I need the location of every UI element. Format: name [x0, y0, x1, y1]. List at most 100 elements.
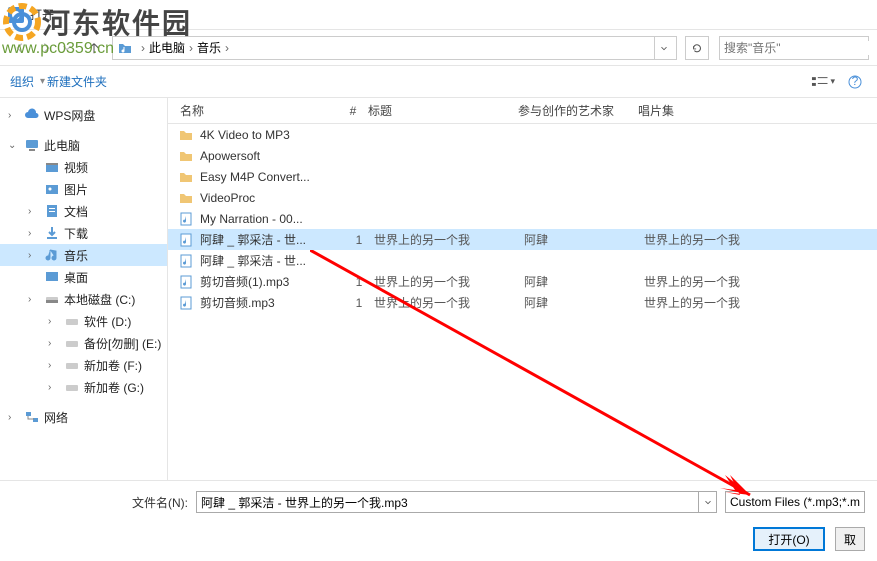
sidebar-item-e[interactable]: › 备份[勿删] (E:)	[0, 332, 167, 354]
col-artist[interactable]: 参与创作的艺术家	[518, 102, 638, 119]
sidebar-item-pc[interactable]: ⌄此电脑	[0, 134, 167, 156]
music-file-icon	[178, 274, 194, 290]
music-folder-icon	[117, 40, 133, 56]
view-options-button[interactable]: ▾	[811, 73, 835, 91]
filter-select[interactable]: Custom Files (*.mp3;*.m	[725, 491, 865, 513]
sidebar-label: 下载	[64, 225, 88, 242]
sidebar-label: 文档	[64, 203, 88, 220]
sidebar-item-video[interactable]: ›视频	[0, 156, 167, 178]
sidebar-item-downloads[interactable]: ›下载	[0, 222, 167, 244]
music-icon	[44, 247, 60, 263]
file-row[interactable]: Easy M4P Convert...	[168, 166, 877, 187]
pictures-icon	[44, 181, 60, 197]
file-title: 世界上的另一个我	[374, 231, 524, 248]
sidebar-item-f[interactable]: ›新加卷 (F:)	[0, 354, 167, 376]
sidebar-label: WPS网盘	[44, 107, 95, 124]
button-label: 取	[844, 531, 856, 548]
filename-label: 文件名(N):	[12, 494, 188, 511]
file-name: 阿肆 _ 郭采洁 - 世...	[200, 231, 344, 248]
sidebar-item-g[interactable]: › 新加卷 (G:)	[0, 376, 167, 398]
folder-icon	[178, 190, 194, 206]
file-row[interactable]: VideoProc	[168, 187, 877, 208]
file-row[interactable]: My Narration - 00...	[168, 208, 877, 229]
file-artist: 阿肆	[524, 294, 644, 311]
file-name: 阿肆 _ 郭采洁 - 世...	[200, 252, 344, 269]
filename-input[interactable]	[196, 491, 699, 513]
chevron-right-icon: ›	[141, 41, 145, 55]
sidebar-item-network[interactable]: ›网络	[0, 406, 167, 428]
sidebar-item-desktop[interactable]: ›桌面	[0, 266, 167, 288]
sidebar-label: 桌面	[64, 269, 88, 286]
search-input[interactable]	[724, 41, 877, 55]
col-num[interactable]: #	[338, 104, 368, 118]
drive-icon	[64, 313, 80, 329]
nav-up-button[interactable]	[84, 38, 104, 58]
cancel-button[interactable]: 取	[835, 527, 865, 551]
file-title: 世界上的另一个我	[374, 273, 524, 290]
expand-icon: ›	[28, 206, 40, 217]
help-button[interactable]: ?	[843, 73, 867, 91]
sidebar-item-wps[interactable]: › WPS网盘	[0, 104, 167, 126]
sidebar-item-docs[interactable]: › 文档	[0, 200, 167, 222]
breadcrumb-pc[interactable]: 此电脑	[149, 39, 185, 56]
file-num: 1	[344, 296, 374, 310]
filename-dropdown[interactable]	[699, 491, 717, 513]
dropdown-icon: ▾	[40, 76, 45, 87]
file-row[interactable]: 剪切音频(1).mp31世界上的另一个我阿肆世界上的另一个我	[168, 271, 877, 292]
breadcrumb-music[interactable]: 音乐	[197, 39, 221, 56]
nav-recent-button[interactable]	[60, 36, 74, 60]
sidebar-label: 软件 (D:)	[84, 313, 131, 330]
file-name: Easy M4P Convert...	[200, 170, 344, 184]
app-icon	[8, 7, 24, 23]
open-button[interactable]: 打开(O)	[753, 527, 825, 551]
sidebar-item-localc[interactable]: ›本地磁盘 (C:)	[0, 288, 167, 310]
expand-icon: ›	[48, 316, 60, 327]
file-name: VideoProc	[200, 191, 344, 205]
refresh-button[interactable]	[685, 36, 709, 60]
nav-back-button[interactable]	[8, 36, 32, 60]
drive-icon	[64, 357, 80, 373]
expand-icon: ›	[48, 382, 60, 393]
sidebar-label: 音乐	[64, 247, 88, 264]
toolbar: 组织 ▾ 新建文件夹 ▾ ?	[0, 66, 877, 98]
titlebar: 打开	[0, 0, 877, 30]
breadcrumb-dropdown[interactable]	[654, 37, 672, 59]
file-album: 世界上的另一个我	[644, 294, 877, 311]
folder-icon	[178, 169, 194, 185]
sidebar-item-music[interactable]: ›音乐	[0, 244, 167, 266]
nav-forward-button[interactable]	[34, 36, 58, 60]
file-row[interactable]: 阿肆 _ 郭采洁 - 世...	[168, 250, 877, 271]
music-file-icon	[178, 253, 194, 269]
navbar: › 此电脑 › 音乐 ›	[0, 30, 877, 66]
expand-icon: ›	[8, 412, 20, 423]
newfolder-button[interactable]: 新建文件夹	[47, 73, 107, 90]
file-name: My Narration - 00...	[200, 212, 344, 226]
organize-button[interactable]: 组织	[10, 73, 34, 90]
collapse-icon: ⌄	[8, 140, 20, 151]
file-row[interactable]: 4K Video to MP3	[168, 124, 877, 145]
folder-icon	[178, 148, 194, 164]
file-row[interactable]: Apowersoft	[168, 145, 877, 166]
expand-icon: ›	[8, 110, 20, 121]
sidebar-label: 备份[勿删] (E:)	[84, 335, 161, 352]
sidebar-item-d[interactable]: › 软件 (D:)	[0, 310, 167, 332]
sidebar-item-pictures[interactable]: ›图片	[0, 178, 167, 200]
file-row[interactable]: 剪切音频.mp31世界上的另一个我阿肆世界上的另一个我	[168, 292, 877, 313]
music-file-icon	[178, 295, 194, 311]
file-name: 剪切音频.mp3	[200, 294, 344, 311]
filter-label: Custom Files (*.mp3;*.m	[730, 495, 860, 509]
chevron-right-icon: ›	[225, 41, 229, 55]
file-row[interactable]: 阿肆 _ 郭采洁 - 世...1世界上的另一个我阿肆世界上的另一个我	[168, 229, 877, 250]
expand-icon: ›	[48, 338, 60, 349]
network-icon	[24, 409, 40, 425]
col-album[interactable]: 唱片集	[638, 102, 877, 119]
column-header[interactable]: 名称 # 标题 参与创作的艺术家 唱片集	[168, 98, 877, 124]
sidebar-label: 新加卷 (G:)	[84, 379, 144, 396]
col-name[interactable]: 名称	[168, 102, 338, 119]
folder-icon	[178, 127, 194, 143]
desktop-icon	[44, 269, 60, 285]
docs-icon	[44, 203, 60, 219]
breadcrumb[interactable]: › 此电脑 › 音乐 ›	[112, 36, 677, 60]
search-box[interactable]	[719, 36, 869, 60]
col-title[interactable]: 标题	[368, 102, 518, 119]
